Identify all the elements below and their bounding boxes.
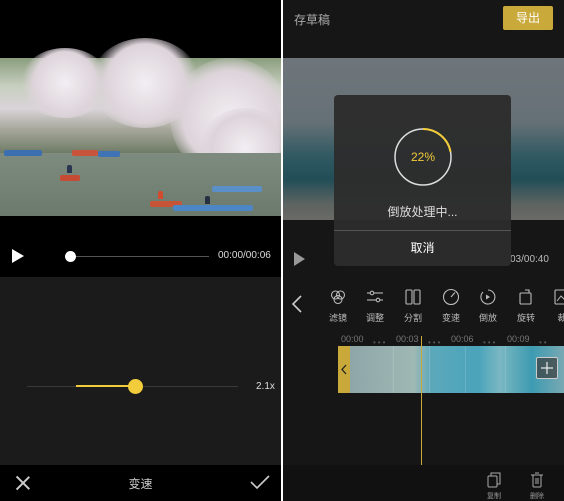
rotate-icon [519,289,532,305]
playback-scrubber-handle[interactable] [65,251,76,262]
copy-label: 复制 [487,493,501,500]
confirm-check-icon[interactable] [250,474,270,490]
speed-slider-fill [76,385,136,387]
reverse-progress-dialog: 22% 倒放处理中... 取消 [334,95,511,266]
copy-button[interactable]: 复制 [479,472,509,501]
split-icon [405,289,421,305]
ruler-label: 00:00 [341,334,364,344]
boat [72,150,98,156]
delete-icon [531,472,543,488]
reverse-icon [480,289,496,305]
playback-time: 03/00:40 [510,254,549,265]
delete-button[interactable]: 删除 [522,472,552,501]
add-clip-button[interactable] [536,357,558,379]
ruler-label: 00:03 [396,334,419,344]
boat [60,175,80,181]
tool-label: 倒放 [478,313,497,323]
copy-icon [487,472,501,488]
delete-label: 删除 [530,493,544,500]
boater [67,165,72,173]
crop-icon [554,289,564,305]
speed-value: 2.1x [256,381,275,392]
frame-separator [505,346,506,393]
boat [212,186,262,192]
tool-label: 旋转 [516,313,535,323]
speed-slider-knob[interactable] [128,379,143,394]
tool-crop[interactable]: 裁 [545,288,564,324]
tool-filter[interactable]: 滤镜 [321,288,355,324]
chevron-left-icon [341,364,347,375]
frame-separator [393,346,394,393]
tool-rotate[interactable]: 旋转 [509,288,543,324]
progress-percent: 22% [410,150,436,164]
footer-title: 变速 [128,477,153,491]
reverse-editor-panel: 存草稿 导出 03/00:40 22% 倒放处理中... 取消 滤镜 调整 分割… [283,0,564,501]
boat [4,150,42,156]
playback-scrubber-track[interactable] [70,256,209,257]
tool-reverse[interactable]: 倒放 [471,288,505,324]
video-preview-cherry-blossom-boats [0,38,281,216]
processing-status: 倒放处理中... [387,205,458,219]
speed-editor-panel: 00:00/00:06 2.1x 变速 [0,0,281,501]
tool-label: 分割 [403,313,422,323]
playhead[interactable] [421,336,422,465]
speed-control-area [0,277,281,465]
boater [205,196,210,204]
play-button[interactable] [294,252,305,266]
tool-label: 调整 [365,313,384,323]
adjust-icon [367,290,383,303]
export-button[interactable]: 导出 [503,6,553,30]
tool-speed[interactable]: 变速 [434,288,468,324]
frame-separator [465,346,466,393]
frame-separator [429,346,430,393]
clip-trim-handle[interactable] [338,346,350,393]
filter-icon [330,290,346,305]
cancel-button[interactable]: 取消 [334,231,511,266]
speed-icon [442,288,460,306]
video-clip-track[interactable] [350,346,564,393]
tool-adjust[interactable]: 调整 [358,288,392,324]
play-button[interactable] [12,249,24,263]
boat [98,151,120,157]
tool-label: 滤镜 [328,313,347,323]
boater [158,191,163,199]
tool-split[interactable]: 分割 [396,288,430,324]
ruler-label: 00:06 [451,334,474,344]
tool-label: 变速 [441,313,460,323]
back-chevron-icon[interactable] [291,294,303,314]
boat [173,205,253,211]
ruler-label: 00:09 [507,334,530,344]
tool-label: 裁 [557,313,564,323]
save-draft-button[interactable]: 存草稿 [294,11,330,28]
playback-time: 00:00/00:06 [218,250,271,261]
plus-icon [541,362,553,374]
